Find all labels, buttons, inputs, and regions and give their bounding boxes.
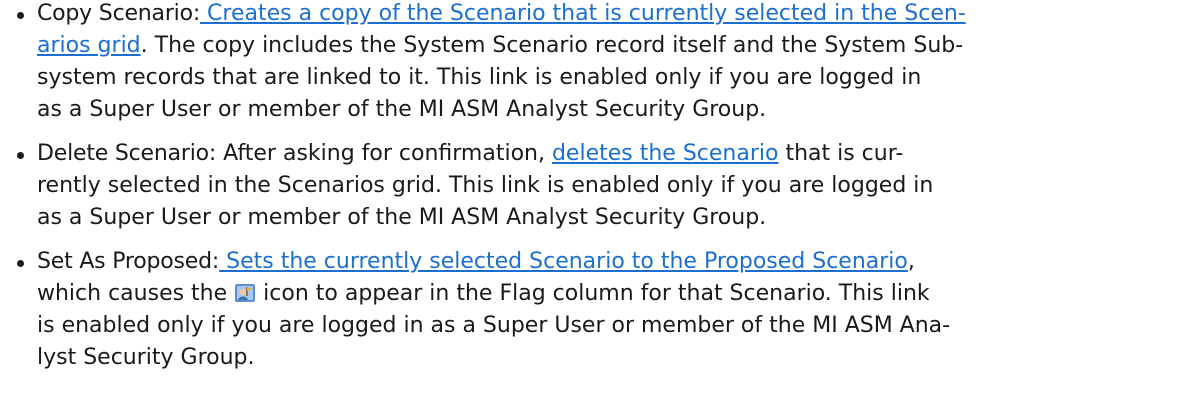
body-text: lyst Security Group. — [37, 345, 255, 370]
body-text: . The copy includes the System Scenario … — [140, 33, 964, 58]
body-text: rently selected in the — [37, 173, 278, 198]
body-text: which causes the — [37, 281, 235, 306]
line: lyst Security Group. — [37, 342, 1166, 374]
list-item-copy-scenario: Copy Scenario: Creates a copy of the Sce… — [17, 0, 1166, 126]
copy-scenario-link-cont[interactable]: arios grid — [37, 33, 141, 58]
set-as-proposed-link[interactable]: Sets the currently selected Scenario to … — [219, 249, 908, 274]
body-text: as a Super User or member of the MI ASM … — [37, 205, 767, 230]
line: arios grid. The copy includes the System… — [37, 30, 1166, 62]
copy-scenario-link[interactable]: Creates a copy of the Scenario that is c… — [200, 1, 966, 26]
body-text: icon to appear in the — [256, 281, 500, 306]
proposed-scenario-flag-icon — [235, 284, 256, 302]
line: Set As Proposed: Sets the currently sele… — [37, 246, 1166, 278]
body-text: is enabled only if you are logged in as … — [37, 313, 951, 338]
term-delete-scenario: Delete Scenario: — [37, 141, 217, 166]
body-text: , — [907, 249, 915, 274]
list-item-delete-scenario: Delete Scenario: After asking for confir… — [17, 138, 1166, 234]
line: rently selected in the Scenarios grid. T… — [37, 170, 1166, 202]
scenarios-grid-name: Scenarios — [277, 173, 385, 198]
body-text: column for that Scenario. This link — [545, 281, 930, 306]
line: as a Super User or member of the MI ASM … — [37, 94, 1166, 126]
flag-column-name: Flag — [499, 281, 546, 306]
term-copy-scenario: Copy Scenario: — [37, 1, 201, 26]
line: system records that are linked to it. Th… — [37, 62, 1166, 94]
line: Copy Scenario: Creates a copy of the Sce… — [37, 0, 1166, 30]
body-text: that is cur- — [778, 141, 904, 166]
delete-scenario-link[interactable]: deletes the Scenario — [552, 141, 779, 166]
line: as a Super User or member of the MI ASM … — [37, 202, 1166, 234]
list-item-set-as-proposed: Set As Proposed: Sets the currently sele… — [17, 246, 1166, 374]
line: Delete Scenario: After asking for confir… — [37, 138, 1166, 170]
body-text: system records that are linked to it. Th… — [37, 65, 922, 90]
line: is enabled only if you are logged in as … — [37, 310, 1166, 342]
body-text: grid. This link is enabled only if you a… — [384, 173, 934, 198]
term-set-as-proposed: Set As Proposed: — [37, 249, 220, 274]
line: which causes the icon to appear in the F… — [37, 278, 1166, 310]
body-text: as a Super User or member of the MI ASM … — [37, 97, 767, 122]
body-text: After asking for confirmation, — [216, 141, 552, 166]
scenario-commands-list: Copy Scenario: Creates a copy of the Sce… — [0, 0, 1186, 374]
